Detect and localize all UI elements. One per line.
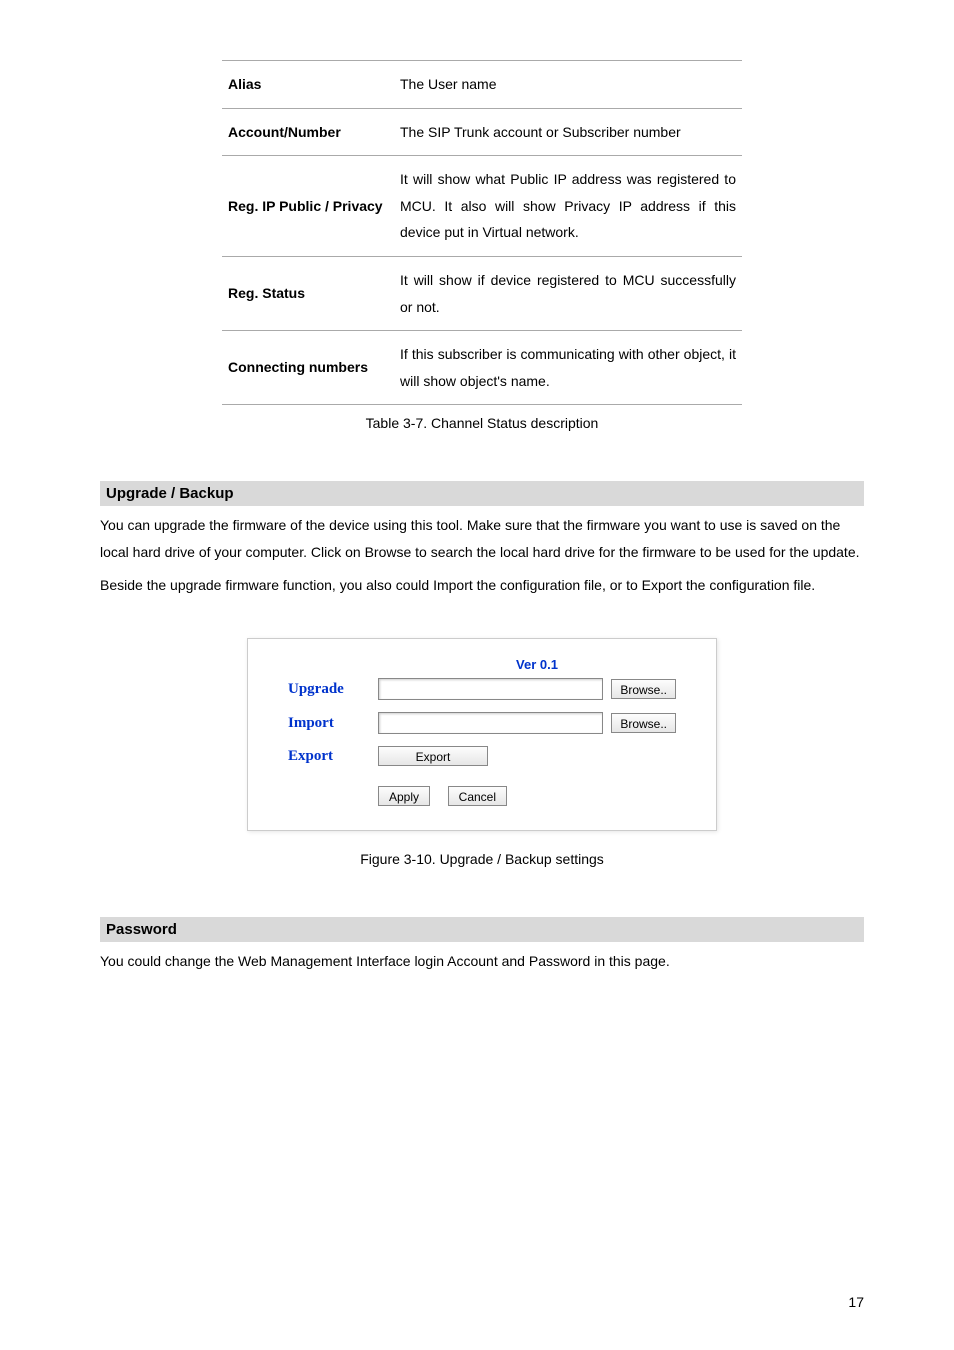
table-label: Alias: [222, 61, 394, 109]
upgrade-label: Upgrade: [288, 681, 378, 698]
table-row: Reg. Status It will show if device regis…: [222, 256, 742, 330]
browse-button[interactable]: Browse..: [611, 713, 676, 733]
channel-status-table: Alias The User name Account/Number The S…: [222, 60, 742, 405]
section-heading-upgrade-backup: Upgrade / Backup: [100, 481, 864, 506]
browse-button[interactable]: Browse..: [611, 679, 676, 699]
panel-footer: Apply Cancel: [378, 786, 676, 806]
section-paragraph: You can upgrade the firmware of the devi…: [100, 512, 864, 565]
table-value: If this subscriber is communicating with…: [394, 331, 742, 405]
section-paragraph: Beside the upgrade firmware function, yo…: [100, 572, 864, 599]
apply-button[interactable]: Apply: [378, 786, 430, 806]
section-heading-password: Password: [100, 917, 864, 942]
table-label: Reg. Status: [222, 256, 394, 330]
export-label: Export: [288, 748, 378, 765]
table-value: It will show if device registered to MCU…: [394, 256, 742, 330]
upgrade-file-input[interactable]: [378, 678, 603, 700]
import-file-input[interactable]: [378, 712, 603, 734]
version-label: Ver 0.1: [398, 657, 676, 672]
table-row: Connecting numbers If this subscriber is…: [222, 331, 742, 405]
import-row: Import Browse..: [288, 712, 676, 734]
table-value: The SIP Trunk account or Subscriber numb…: [394, 108, 742, 156]
table-value: The User name: [394, 61, 742, 109]
table-row: Reg. IP Public / Privacy It will show wh…: [222, 156, 742, 257]
section-paragraph: You could change the Web Management Inte…: [100, 948, 864, 975]
figure-caption: Figure 3-10. Upgrade / Backup settings: [100, 851, 864, 867]
export-button[interactable]: Export: [378, 746, 488, 766]
table-caption: Table 3-7. Channel Status description: [100, 415, 864, 431]
upgrade-backup-panel: Ver 0.1 Upgrade Browse.. Import Browse..…: [247, 638, 717, 831]
cancel-button[interactable]: Cancel: [448, 786, 507, 806]
table-label: Account/Number: [222, 108, 394, 156]
import-label: Import: [288, 715, 378, 732]
page: Alias The User name Account/Number The S…: [0, 0, 954, 1350]
table-label: Connecting numbers: [222, 331, 394, 405]
upgrade-row: Upgrade Browse..: [288, 678, 676, 700]
table-label: Reg. IP Public / Privacy: [222, 156, 394, 257]
table-value: It will show what Public IP address was …: [394, 156, 742, 257]
page-number: 17: [848, 1294, 864, 1310]
export-row: Export Export: [288, 746, 676, 766]
table-row: Account/Number The SIP Trunk account or …: [222, 108, 742, 156]
table-row: Alias The User name: [222, 61, 742, 109]
